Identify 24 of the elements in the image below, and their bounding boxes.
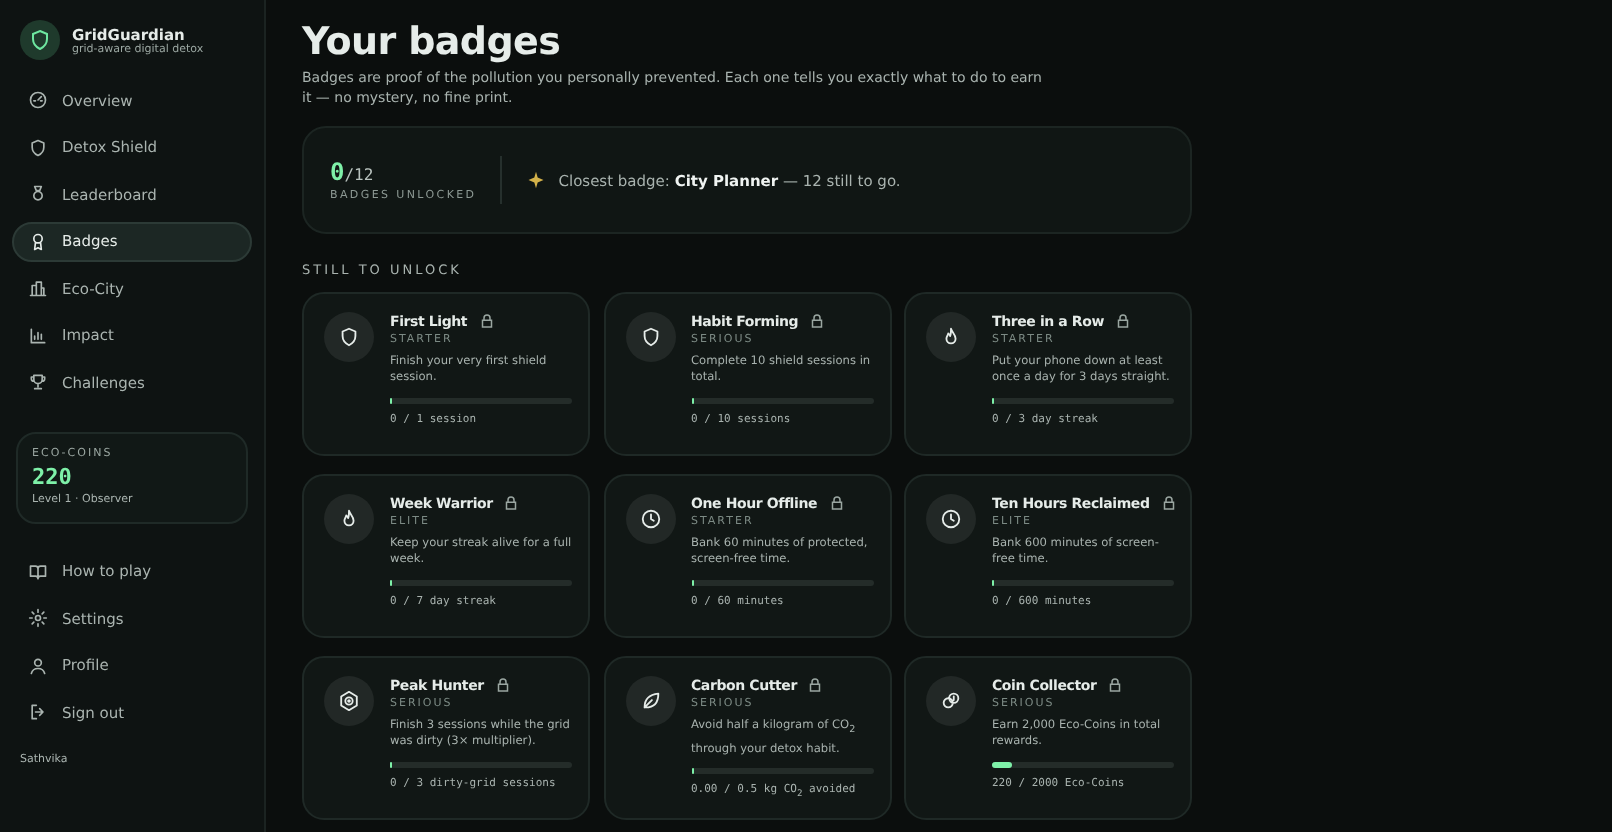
user-icon	[28, 655, 48, 676]
clock-icon	[625, 494, 675, 544]
flame-icon	[926, 312, 976, 362]
chart-icon	[28, 325, 48, 346]
coins-icon	[926, 676, 976, 726]
leaf-icon	[625, 676, 675, 726]
shield-icon	[625, 312, 675, 362]
shield-icon	[324, 312, 374, 362]
award-icon	[28, 231, 48, 252]
coins-value: 220	[32, 463, 74, 489]
logout-icon	[28, 702, 48, 723]
sparkle-icon	[526, 170, 547, 190]
target-icon	[324, 676, 374, 726]
shield-logo-icon	[20, 20, 60, 60]
trophy-icon	[28, 372, 48, 393]
city-icon	[28, 278, 48, 299]
clock-icon	[926, 494, 976, 544]
badge-count: 0/12	[330, 158, 376, 186]
flame-icon	[324, 494, 374, 544]
gauge-icon	[28, 90, 48, 111]
page-title: Your badges	[302, 20, 563, 64]
book-icon	[28, 561, 48, 582]
medal-icon	[28, 184, 48, 205]
shield-icon	[28, 137, 48, 158]
